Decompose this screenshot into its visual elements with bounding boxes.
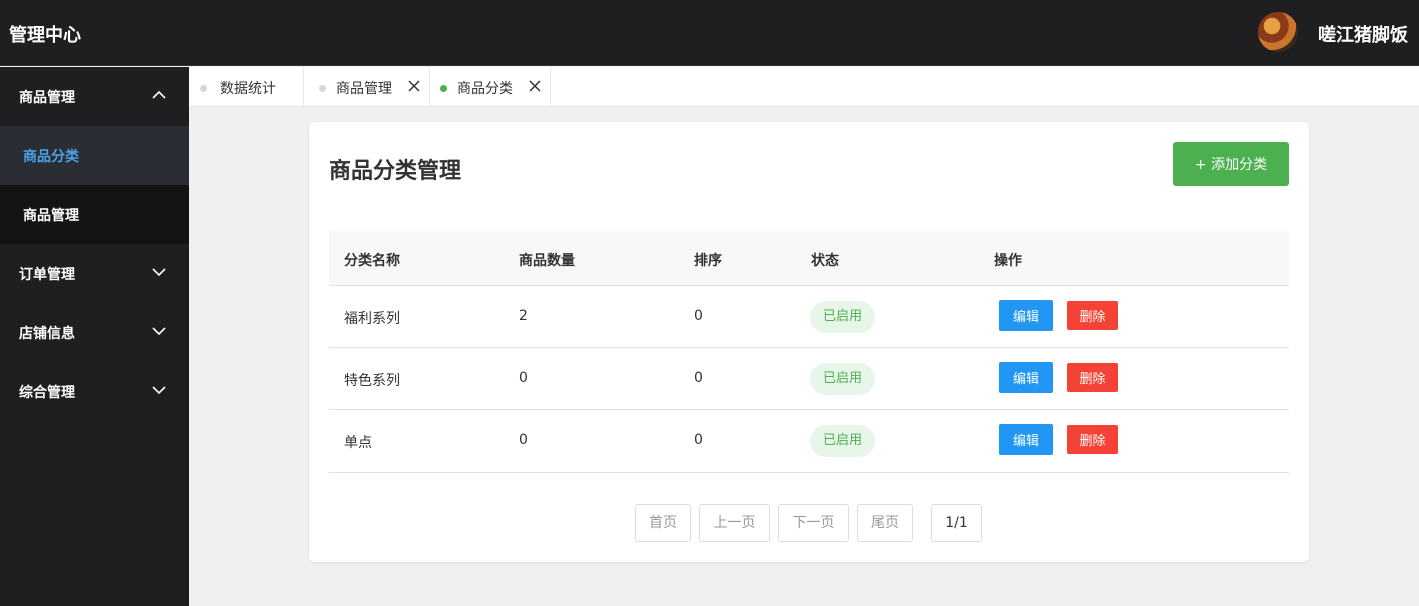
tab-bar: 数据统计 商品管理 商品分类 bbox=[189, 67, 1419, 107]
shop-name[interactable]: 嗟江猪脚饭 bbox=[1318, 21, 1408, 47]
status-badge: 已启用 bbox=[810, 301, 875, 333]
add-category-button[interactable]: + 添加分类 bbox=[1173, 142, 1289, 186]
table-row: 福利系列 2 0 已启用 编辑 删除 bbox=[329, 286, 1289, 348]
delete-button[interactable]: 删除 bbox=[1067, 425, 1118, 454]
prev-page-button[interactable]: 上一页 bbox=[699, 504, 770, 542]
column-header: 分类名称 bbox=[344, 253, 400, 269]
column-header: 状态 bbox=[811, 253, 839, 269]
first-page-button[interactable]: 首页 bbox=[635, 504, 691, 542]
sidebar-item-goods-management[interactable]: 商品管理 bbox=[0, 67, 189, 126]
category-name: 特色系列 bbox=[344, 373, 400, 389]
chevron-up-icon bbox=[152, 90, 166, 99]
goods-count: 0 bbox=[519, 370, 528, 386]
sidebar-subitem-label: 商品管理 bbox=[23, 208, 79, 224]
sidebar-subitem-label: 商品分类 bbox=[23, 149, 79, 165]
tab-data-statistics[interactable]: 数据统计 bbox=[189, 67, 304, 107]
sort-order: 0 bbox=[694, 308, 703, 324]
goods-count: 0 bbox=[519, 432, 528, 448]
app-title: 管理中心 bbox=[9, 25, 81, 46]
column-header: 操作 bbox=[994, 253, 1022, 269]
page-indicator: 1/1 bbox=[931, 504, 982, 542]
category-name: 福利系列 bbox=[344, 311, 400, 327]
dot-icon bbox=[440, 85, 447, 92]
tab-goods-management[interactable]: 商品管理 bbox=[304, 67, 430, 107]
sidebar-item-label: 店铺信息 bbox=[19, 326, 75, 342]
delete-button[interactable]: 删除 bbox=[1067, 301, 1118, 330]
sidebar-item-shop-info[interactable]: 店铺信息 bbox=[0, 303, 189, 362]
tab-label: 数据统计 bbox=[220, 81, 276, 97]
close-icon[interactable] bbox=[408, 80, 420, 92]
sidebar-subitem-goods-category[interactable]: 商品分类 bbox=[0, 126, 189, 185]
column-header: 商品数量 bbox=[519, 253, 575, 269]
edit-button[interactable]: 编辑 bbox=[999, 424, 1053, 455]
sidebar-item-label: 商品管理 bbox=[19, 90, 75, 106]
tab-label: 商品管理 bbox=[336, 81, 392, 97]
avatar[interactable] bbox=[1258, 12, 1298, 52]
sidebar-subitem-goods-list[interactable]: 商品管理 bbox=[0, 185, 189, 244]
chevron-down-icon bbox=[152, 386, 166, 395]
sort-order: 0 bbox=[694, 370, 703, 386]
sort-order: 0 bbox=[694, 432, 703, 448]
sidebar-item-general[interactable]: 综合管理 bbox=[0, 362, 189, 421]
column-header: 排序 bbox=[694, 253, 722, 269]
dot-icon bbox=[200, 85, 207, 92]
delete-button[interactable]: 删除 bbox=[1067, 363, 1118, 392]
status-badge: 已启用 bbox=[810, 363, 875, 395]
close-icon[interactable] bbox=[529, 80, 541, 92]
sidebar-item-label: 综合管理 bbox=[19, 385, 75, 401]
page-title: 商品分类管理 bbox=[329, 159, 462, 184]
edit-button[interactable]: 编辑 bbox=[999, 300, 1053, 331]
chevron-down-icon bbox=[152, 268, 166, 277]
tab-goods-category[interactable]: 商品分类 bbox=[430, 67, 551, 107]
last-page-button[interactable]: 尾页 bbox=[857, 504, 913, 542]
category-name: 单点 bbox=[344, 435, 372, 451]
table-row: 特色系列 0 0 已启用 编辑 删除 bbox=[329, 348, 1289, 410]
table-header: 分类名称 商品数量 排序 状态 操作 bbox=[329, 231, 1289, 286]
tab-label: 商品分类 bbox=[457, 81, 513, 97]
goods-count: 2 bbox=[519, 308, 528, 324]
chevron-down-icon bbox=[152, 327, 166, 336]
status-badge: 已启用 bbox=[810, 425, 875, 457]
sidebar-item-orders[interactable]: 订单管理 bbox=[0, 244, 189, 303]
dot-icon bbox=[319, 85, 326, 92]
next-page-button[interactable]: 下一页 bbox=[778, 504, 849, 542]
table-row: 单点 0 0 已启用 编辑 删除 bbox=[329, 410, 1289, 473]
top-bar: 管理中心 嗟江猪脚饭 bbox=[0, 0, 1419, 66]
sidebar-item-label: 订单管理 bbox=[19, 267, 75, 283]
category-card: 商品分类管理 + 添加分类 分类名称 商品数量 排序 状态 操作 福利系列 2 … bbox=[309, 122, 1309, 562]
edit-button[interactable]: 编辑 bbox=[999, 362, 1053, 393]
sidebar: 商品管理 商品分类 商品管理 订单管理 店铺信息 综合管理 bbox=[0, 67, 189, 606]
